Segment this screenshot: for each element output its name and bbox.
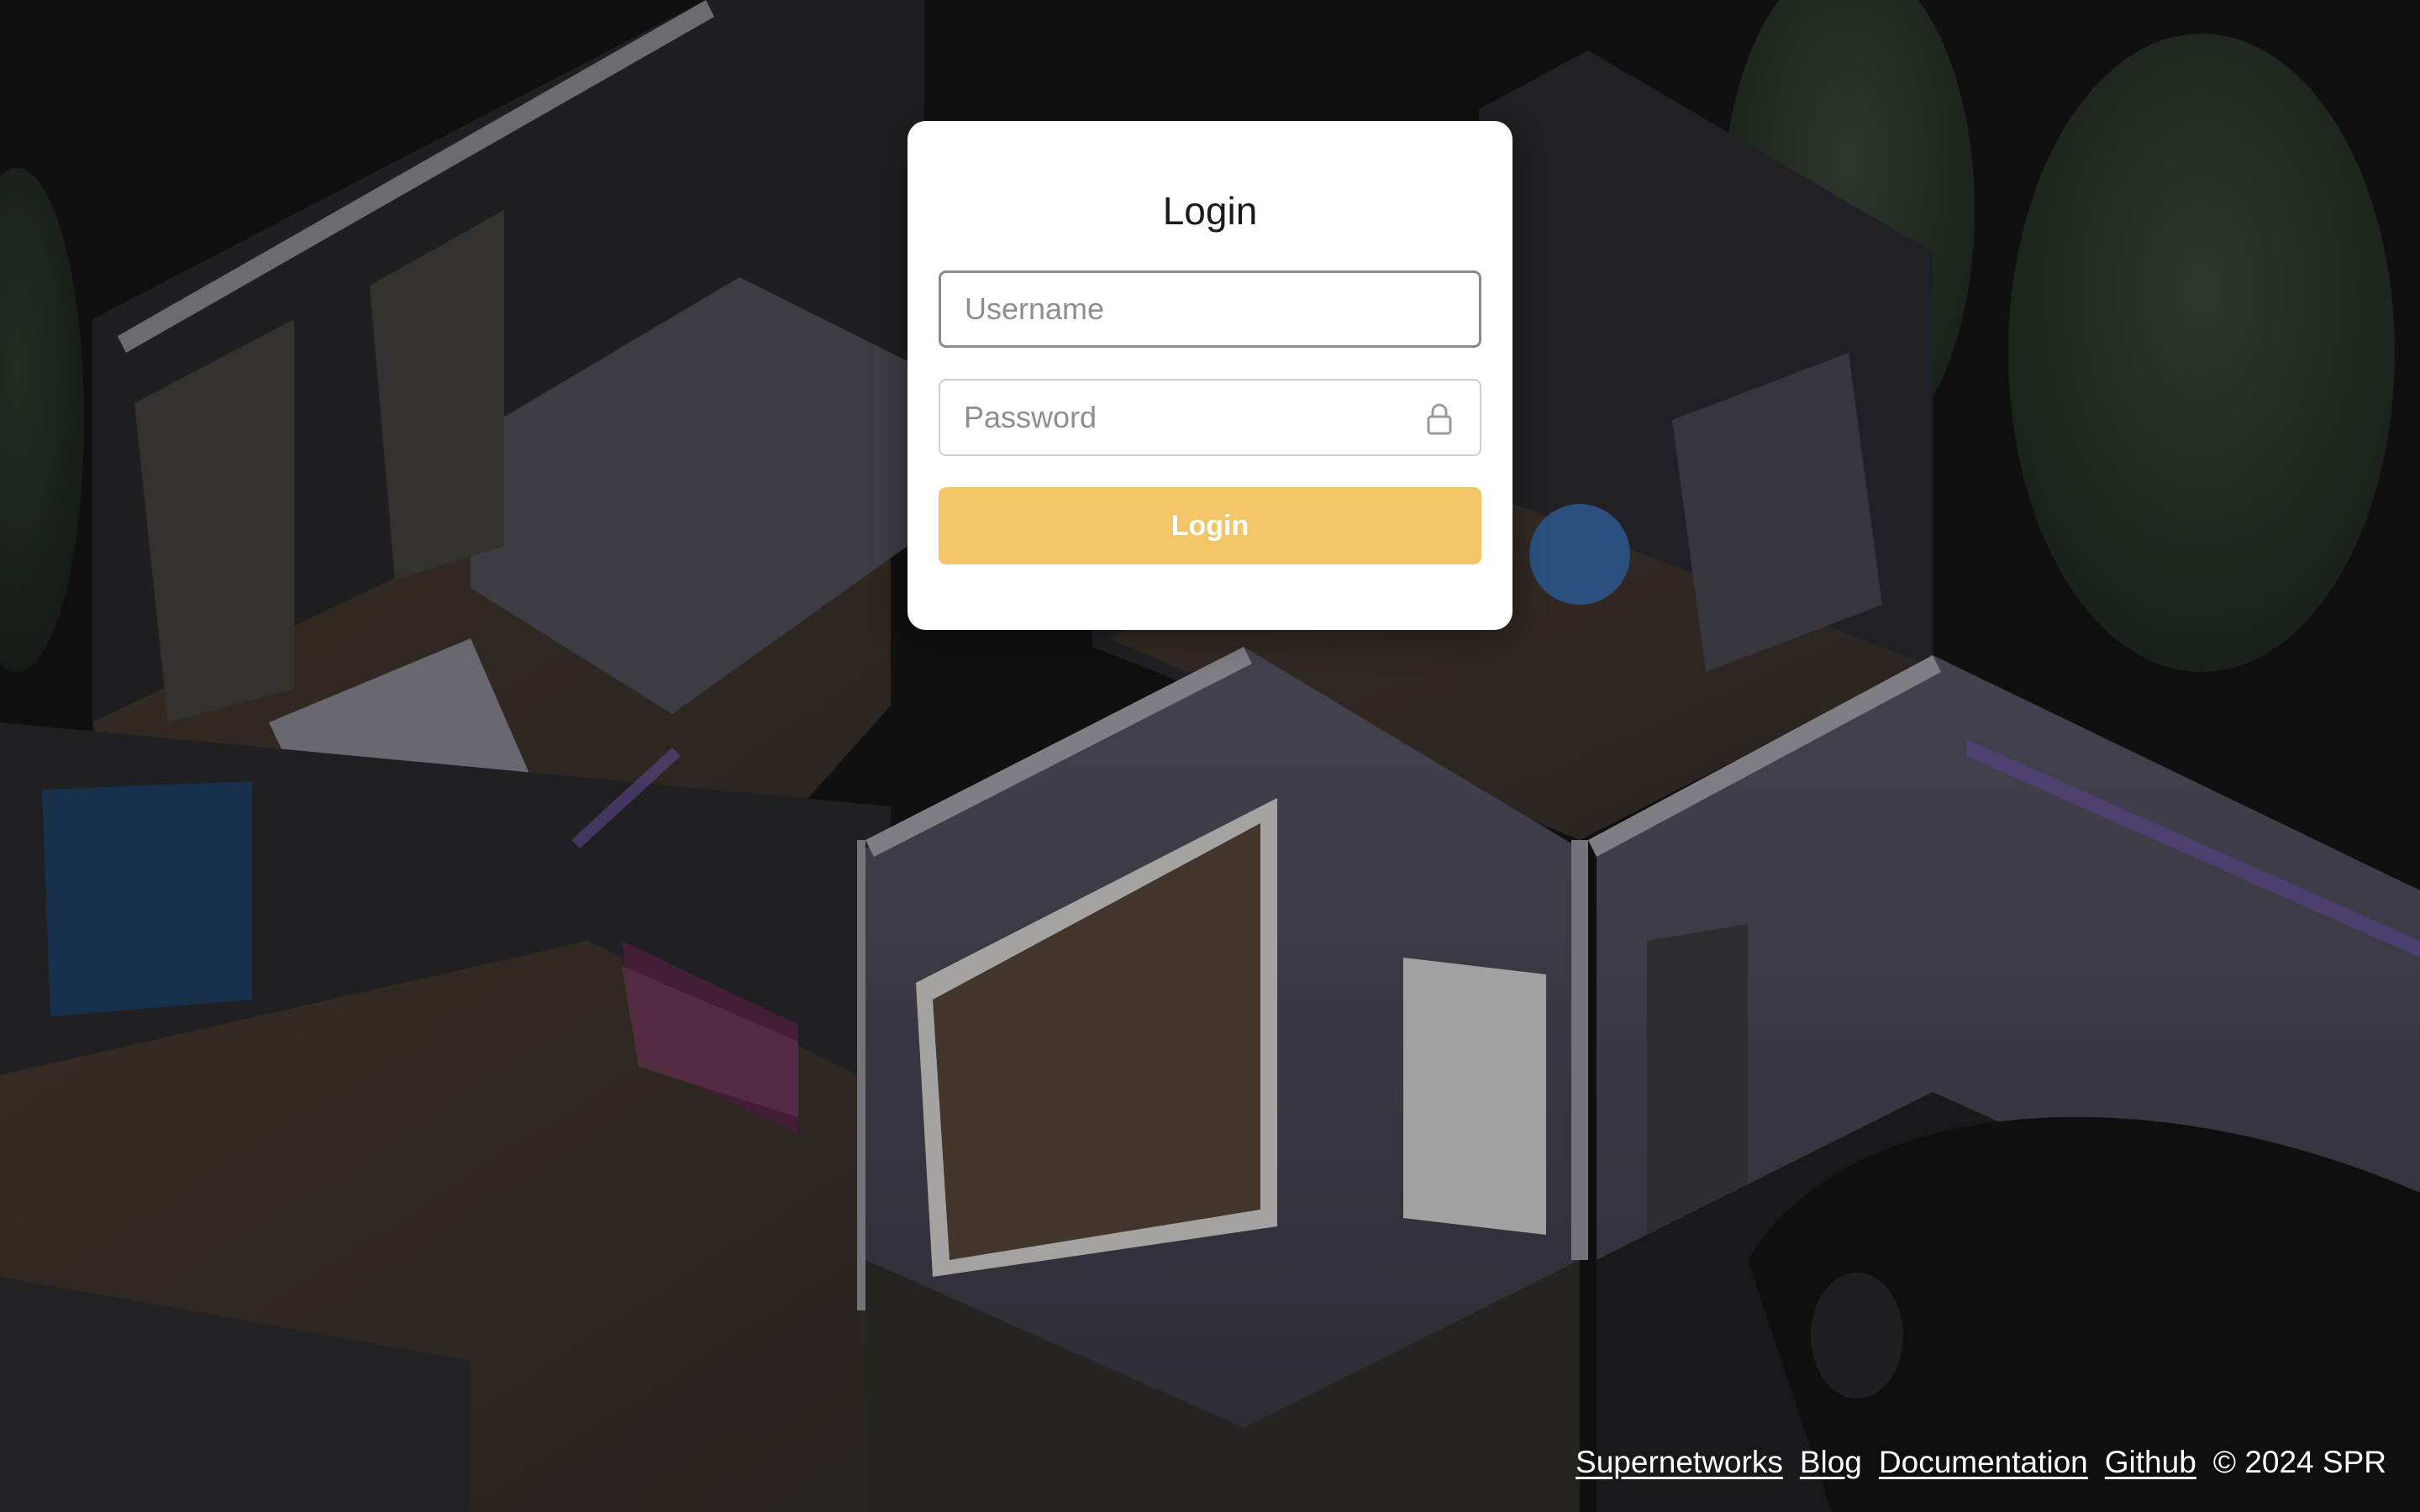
- footer-link-supernetworks[interactable]: Supernetworks: [1576, 1445, 1783, 1480]
- password-input[interactable]: [940, 381, 1480, 454]
- username-input[interactable]: [941, 273, 1479, 345]
- login-card: Login Login: [908, 121, 1512, 630]
- copyright-text: © 2024 SPR: [2212, 1445, 2386, 1479]
- username-field-wrapper: [939, 270, 1481, 348]
- lock-icon: [1424, 402, 1455, 436]
- login-button[interactable]: Login: [939, 487, 1481, 564]
- password-field-wrapper: [939, 379, 1481, 456]
- footer-link-documentation[interactable]: Documentation: [1879, 1445, 2088, 1480]
- footer-link-blog[interactable]: Blog: [1800, 1445, 1862, 1480]
- footer-link-github[interactable]: Github: [2105, 1445, 2196, 1480]
- login-title: Login: [1162, 189, 1258, 233]
- footer: Supernetworks Blog Documentation Github …: [1576, 1445, 2386, 1480]
